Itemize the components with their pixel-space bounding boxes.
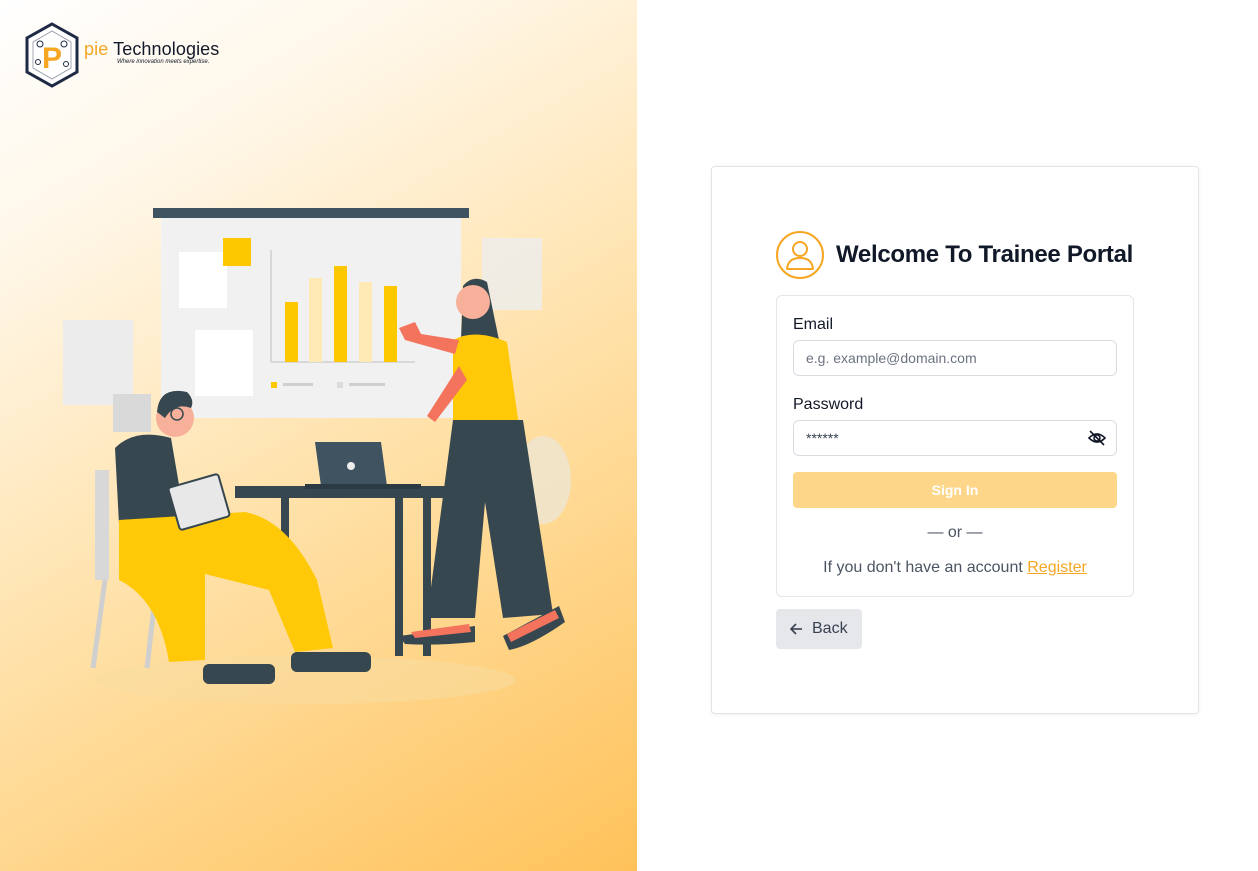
user-circle-icon <box>776 231 824 279</box>
register-prompt: If you don't have an account Register <box>777 559 1133 577</box>
login-form: Email Password Sign In — or — If you don… <box>776 295 1134 597</box>
woman-head <box>456 285 490 319</box>
back-button[interactable]: Back <box>776 609 862 649</box>
back-label: Back <box>812 620 848 637</box>
chair-back <box>95 470 109 580</box>
wall-note-right <box>482 238 542 310</box>
board-bar-5 <box>384 286 397 362</box>
board-note-1 <box>179 252 227 308</box>
company-name-accent: pie <box>84 39 109 59</box>
wall-square <box>113 394 151 432</box>
password-input[interactable] <box>793 420 1117 456</box>
portal-header: Welcome To Trainee Portal <box>776 231 1176 279</box>
company-name: pie Technologies <box>84 39 219 60</box>
hexagon-logo-icon: P <box>25 22 79 88</box>
whiteboard-rail <box>153 208 469 218</box>
register-link[interactable]: Register <box>1027 559 1087 576</box>
wall-note-left <box>63 320 133 405</box>
company-name-rest: Technologies <box>113 39 220 59</box>
board-bar-1 <box>285 302 298 362</box>
board-bar-4 <box>359 282 372 362</box>
board-bar-2 <box>309 278 322 362</box>
sticky-note <box>223 238 251 266</box>
board-bar-3 <box>334 266 347 362</box>
eye-slash-icon[interactable] <box>1087 429 1107 447</box>
page-title: Welcome To Trainee Portal <box>836 241 1134 268</box>
board-note-2 <box>195 330 253 396</box>
arrow-left-icon <box>789 623 802 635</box>
company-logo: P pie Technologies Where innovation meet… <box>24 22 224 88</box>
office-presentation-illustration <box>63 208 571 704</box>
email-input[interactable] <box>793 340 1117 376</box>
password-label: Password <box>793 396 864 413</box>
illustration-panel: P pie Technologies Where innovation meet… <box>0 0 637 871</box>
logo-initial: P <box>42 42 62 75</box>
or-divider: — or — <box>927 524 983 541</box>
company-tagline: Where innovation meets expertise. <box>117 59 210 65</box>
register-prompt-text: If you don't have an account <box>823 559 1023 576</box>
sign-in-button[interactable]: Sign In <box>793 472 1117 508</box>
login-card: Welcome To Trainee Portal Email Password… <box>711 166 1199 714</box>
email-label: Email <box>793 316 834 333</box>
